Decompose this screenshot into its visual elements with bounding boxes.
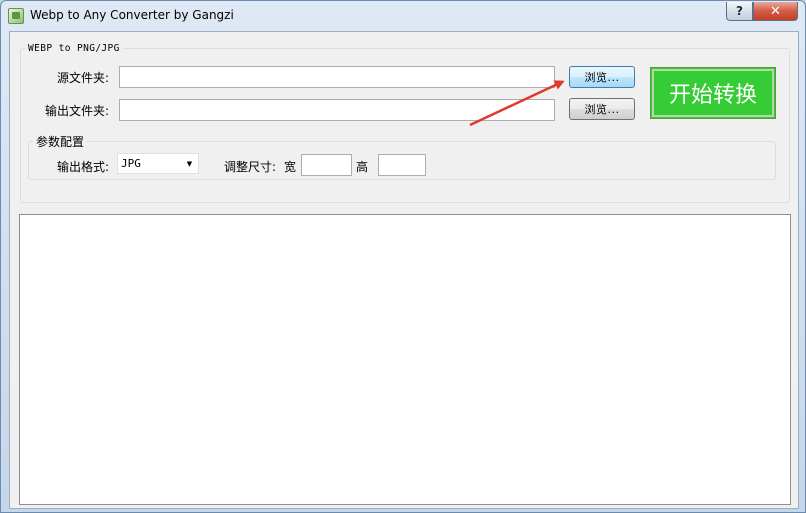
width-input[interactable] (301, 154, 352, 176)
start-convert-button[interactable]: 开始转换 (650, 67, 776, 119)
chevron-down-icon[interactable]: ▼ (181, 154, 198, 173)
output-folder-input[interactable] (119, 99, 555, 121)
browse-source-button[interactable]: 浏览... (569, 66, 635, 88)
output-folder-label: 输出文件夹: (45, 104, 110, 118)
params-group-legend: 参数配置 (36, 135, 85, 149)
output-format-label: 输出格式: (57, 160, 110, 174)
width-label: 宽 (284, 160, 297, 174)
output-format-value: JPG (121, 157, 141, 170)
close-button[interactable]: ✕ (753, 2, 798, 21)
app-window: Webp to Any Converter by Gangzi ? ✕ WEBP… (0, 0, 806, 513)
output-format-select[interactable]: JPG ▼ (117, 153, 199, 174)
source-folder-input[interactable] (119, 66, 555, 88)
height-input[interactable] (378, 154, 426, 176)
help-button[interactable]: ? (726, 2, 753, 21)
title-bar[interactable]: Webp to Any Converter by Gangzi ? ✕ (1, 1, 805, 31)
window-title: Webp to Any Converter by Gangzi (30, 8, 234, 22)
resize-label: 调整尺寸: (224, 160, 277, 174)
height-label: 高 (356, 160, 369, 174)
browse-output-button[interactable]: 浏览... (569, 98, 635, 120)
client-area: WEBP to PNG/JPG 源文件夹: 浏览... 输出文件夹: 浏览...… (9, 31, 799, 509)
log-output-area[interactable] (19, 214, 791, 505)
conversion-group-legend: WEBP to PNG/JPG (28, 43, 120, 54)
source-folder-label: 源文件夹: (57, 71, 110, 85)
app-icon (8, 8, 24, 24)
